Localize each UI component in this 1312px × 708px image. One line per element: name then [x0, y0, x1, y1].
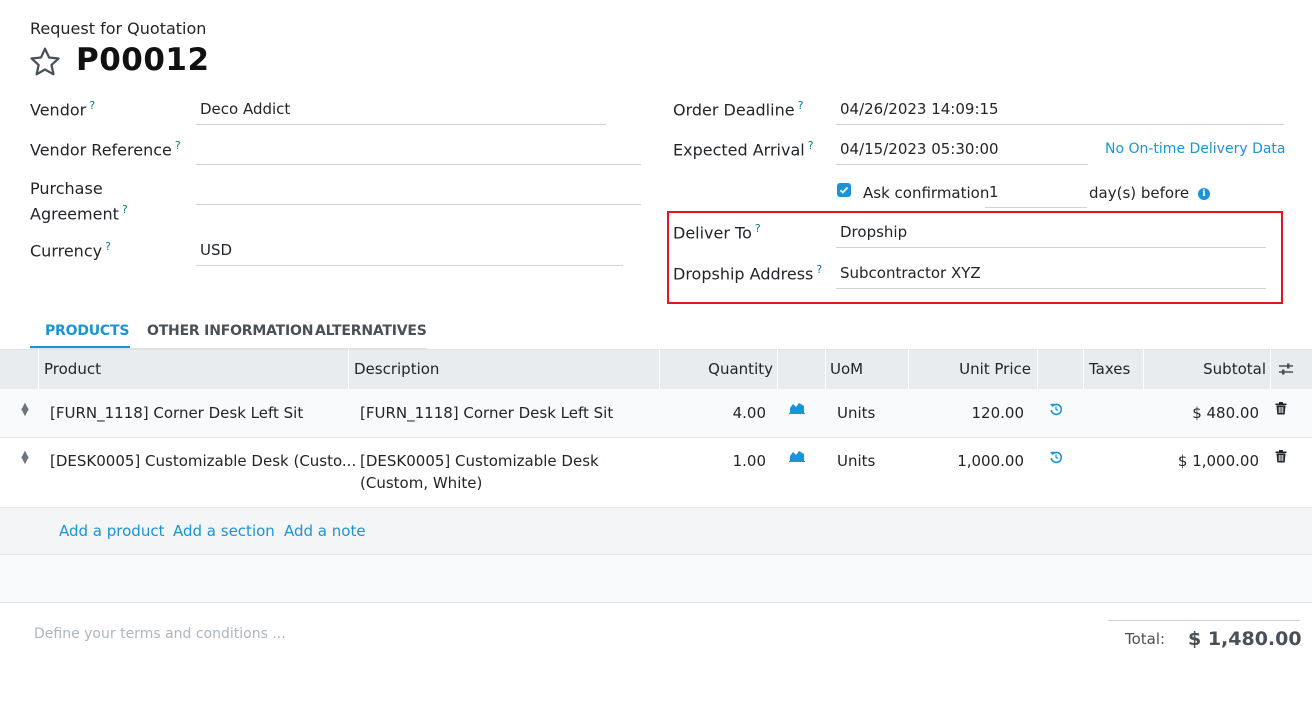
add-product-link[interactable]: Add a product: [59, 522, 164, 540]
product-cell[interactable]: [DESK0005] Customizable Desk (Custo...: [50, 452, 356, 470]
column-header-subtotal[interactable]: Subtotal: [1143, 360, 1266, 378]
column-header-description[interactable]: Description: [354, 360, 439, 378]
vendor-reference-help-icon[interactable]: ?: [175, 139, 181, 152]
days-before-label: day(s) before: [1089, 184, 1190, 202]
order-deadline-label: Order Deadline?: [673, 99, 804, 120]
reset-price-icon[interactable]: [1049, 450, 1063, 464]
vendor-reference-label: Vendor Reference?: [30, 139, 181, 160]
currency-label: Currency?: [30, 240, 111, 261]
terms-and-conditions-input[interactable]: Define your terms and conditions ...: [34, 626, 286, 642]
vendor-reference-field[interactable]: [196, 138, 641, 165]
trash-icon[interactable]: [1275, 402, 1287, 415]
deliver-to-label: Deliver To?: [673, 222, 761, 243]
column-header-quantity[interactable]: Quantity: [659, 360, 773, 378]
on-time-delivery-link[interactable]: No On-time Delivery Data: [1105, 141, 1286, 157]
page-title: P00012: [76, 42, 210, 78]
description-cell-line2[interactable]: (Custom, White): [360, 474, 482, 492]
forecast-chart-icon[interactable]: [789, 449, 805, 462]
vendor-help-icon[interactable]: ?: [89, 99, 95, 112]
expected-arrival-help-icon[interactable]: ?: [808, 139, 814, 152]
uom-cell[interactable]: Units: [837, 452, 875, 470]
total-divider: [1108, 620, 1300, 621]
trash-icon[interactable]: [1275, 450, 1287, 463]
subtotal-cell: $ 1,000.00: [1177, 452, 1259, 470]
quantity-cell[interactable]: 4.00: [660, 404, 766, 422]
ask-confirmation-label: Ask confirmation: [863, 184, 990, 202]
confirmation-days-input[interactable]: 1: [985, 181, 1087, 208]
empty-row: [0, 555, 1312, 603]
column-header-unit-price[interactable]: Unit Price: [908, 360, 1031, 378]
column-settings-icon[interactable]: [1278, 362, 1294, 376]
purchase-agreement-label-line1: Purchase: [30, 179, 103, 198]
table-row[interactable]: [0, 438, 1312, 508]
subtotal-cell: $ 480.00: [1192, 404, 1259, 422]
forecast-chart-icon[interactable]: [789, 401, 805, 414]
tab-alternatives[interactable]: ALTERNATIVES: [315, 323, 427, 339]
description-cell[interactable]: [FURN_1118] Corner Desk Left Sit: [360, 404, 613, 422]
quantity-cell[interactable]: 1.00: [660, 452, 766, 470]
reset-price-icon[interactable]: [1049, 402, 1063, 416]
add-section-link[interactable]: Add a section: [173, 522, 275, 540]
column-separator: [38, 349, 39, 389]
dropship-address-help-icon[interactable]: ?: [816, 263, 822, 276]
total-amount: $ 1,480.00: [1188, 628, 1302, 650]
checkbox-icon: [839, 186, 849, 194]
drag-handle-icon[interactable]: ▲ ▼: [20, 402, 30, 418]
unit-price-cell[interactable]: 120.00: [909, 404, 1025, 422]
currency-help-icon[interactable]: ?: [105, 240, 111, 253]
vendor-label: Vendor?: [30, 99, 96, 120]
expected-arrival-label: Expected Arrival?: [673, 139, 814, 160]
purchase-agreement-help-icon[interactable]: ?: [122, 203, 128, 216]
column-header-taxes[interactable]: Taxes: [1089, 360, 1130, 378]
column-header-product[interactable]: Product: [44, 360, 101, 378]
purchase-agreement-field[interactable]: [196, 178, 641, 205]
product-cell[interactable]: [FURN_1118] Corner Desk Left Sit: [50, 404, 303, 422]
column-header-uom[interactable]: UoM: [830, 360, 863, 378]
info-icon[interactable]: i: [1198, 188, 1210, 200]
column-separator: [1083, 349, 1084, 389]
dropship-address-label: Dropship Address?: [673, 263, 823, 284]
deliver-to-field[interactable]: Dropship: [836, 221, 1266, 248]
tab-other-information[interactable]: OTHER INFORMATION: [147, 323, 313, 339]
uom-cell[interactable]: Units: [837, 404, 875, 422]
order-deadline-help-icon[interactable]: ?: [798, 99, 804, 112]
tab-products[interactable]: PRODUCTS: [45, 323, 129, 339]
expected-arrival-field[interactable]: 04/15/2023 05:30:00: [836, 138, 1088, 165]
description-cell[interactable]: [DESK0005] Customizable Desk: [360, 452, 599, 470]
column-separator: [1270, 349, 1271, 389]
currency-field[interactable]: USD: [196, 239, 623, 266]
vendor-field[interactable]: Deco Addict: [196, 98, 606, 125]
deliver-to-help-icon[interactable]: ?: [755, 222, 761, 235]
drag-handle-icon[interactable]: ▲ ▼: [20, 450, 30, 466]
star-icon[interactable]: [28, 45, 62, 79]
total-label: Total:: [1125, 630, 1166, 648]
column-separator: [777, 349, 778, 389]
order-deadline-field[interactable]: 04/26/2023 14:09:15: [836, 98, 1284, 125]
unit-price-cell[interactable]: 1,000.00: [909, 452, 1024, 470]
dropship-address-field[interactable]: Subcontractor XYZ: [836, 262, 1266, 289]
column-separator: [348, 349, 349, 389]
column-separator: [825, 349, 826, 389]
add-note-link[interactable]: Add a note: [284, 522, 366, 540]
ask-confirmation-checkbox[interactable]: [837, 183, 851, 197]
column-separator: [1037, 349, 1038, 389]
document-type-label: Request for Quotation: [30, 19, 207, 38]
purchase-agreement-label: Agreement?: [30, 203, 128, 224]
